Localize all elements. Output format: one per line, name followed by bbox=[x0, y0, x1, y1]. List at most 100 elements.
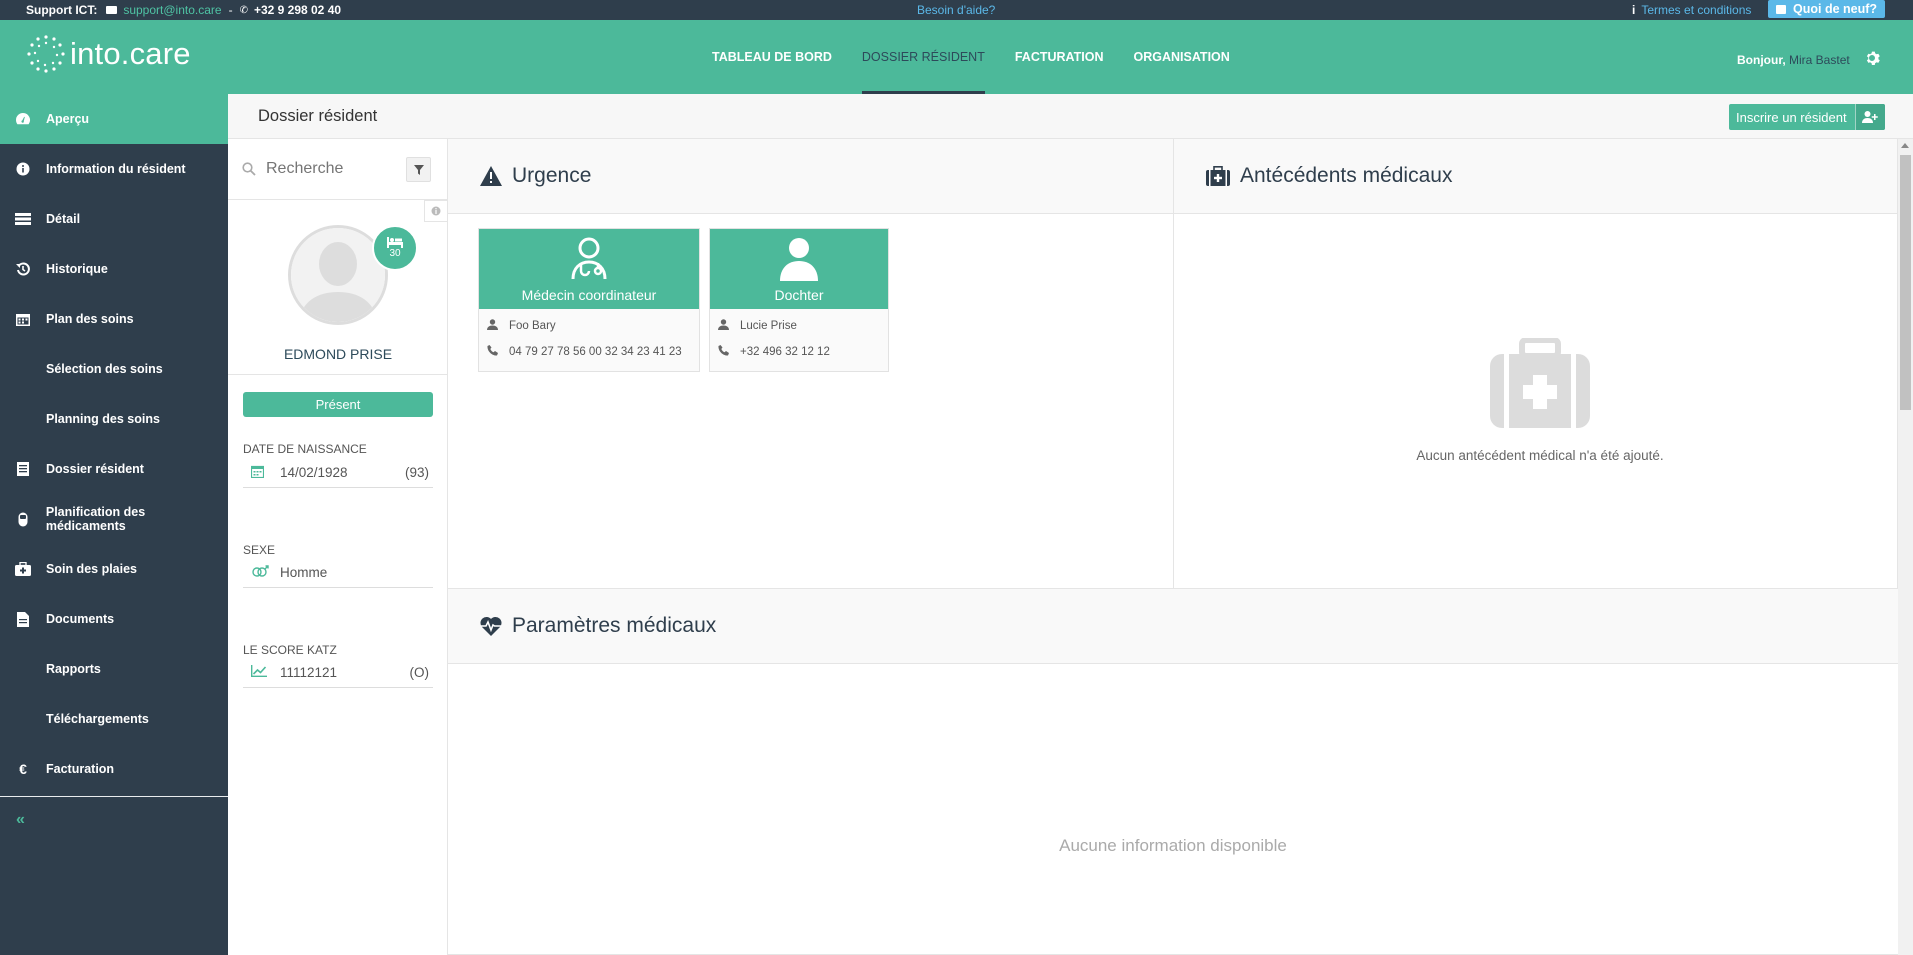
sidebar-item-documents[interactable]: Documents bbox=[0, 594, 228, 644]
scroll-up-arrow-icon[interactable] bbox=[1901, 143, 1909, 148]
sidebar-item-planification-medicaments[interactable]: Planification des médicaments bbox=[0, 494, 228, 544]
sidebar-item-soin-des-plaies[interactable]: Soin des plaies bbox=[0, 544, 228, 594]
sidebar-item-label: Dossier résident bbox=[46, 462, 144, 476]
katz-label: LE SCORE KATZ bbox=[243, 643, 337, 657]
add-user-icon bbox=[1854, 104, 1885, 130]
support-email-link[interactable]: support@into.care bbox=[123, 3, 221, 17]
sidebar-item-telechargements[interactable]: Téléchargements bbox=[0, 694, 228, 744]
help-link[interactable]: Besoin d'aide? bbox=[917, 3, 995, 17]
nav-facturation[interactable]: FACTURATION bbox=[1015, 20, 1104, 94]
support-phone: +32 9 298 02 40 bbox=[253, 3, 342, 17]
terms-label: Termes et conditions bbox=[1641, 3, 1752, 17]
urgence-section: Urgence Médecin coordinateur Foo Bary 04… bbox=[448, 139, 1174, 589]
contact-name: Foo Bary bbox=[509, 320, 556, 332]
sidebar-item-planning-des-soins[interactable]: Planning des soins bbox=[0, 394, 228, 444]
sidebar-item-selection-des-soins[interactable]: Sélection des soins bbox=[0, 344, 228, 394]
sidebar-item-label: Téléchargements bbox=[46, 712, 149, 726]
envelope-icon bbox=[106, 6, 118, 14]
katz-row: 11112121 (O) bbox=[243, 658, 433, 688]
contact-phone-row: +32 496 32 12 12 bbox=[710, 339, 888, 365]
contact-card-header: Médecin coordinateur bbox=[479, 229, 699, 309]
sidebar-item-label: Planification des médicaments bbox=[45, 505, 146, 533]
main-header: into.care TABLEAU DE BORD DOSSIER RÉSIDE… bbox=[0, 20, 1913, 94]
info-icon bbox=[431, 206, 441, 216]
dob-row: 14/02/1928 (93) bbox=[243, 458, 433, 488]
user-name: Mira Bastet bbox=[1789, 53, 1850, 67]
phone-icon bbox=[718, 345, 740, 359]
resident-search bbox=[228, 139, 447, 200]
antecedents-section: Antécédents médicaux Aucun antécédent mé… bbox=[1173, 139, 1898, 589]
contact-card[interactable]: Dochter Lucie Prise +32 496 32 12 12 bbox=[709, 228, 889, 372]
history-icon bbox=[0, 262, 46, 276]
main-content: Urgence Médecin coordinateur Foo Bary 04… bbox=[448, 139, 1898, 955]
nav-tableau-de-bord[interactable]: TABLEAU DE BORD bbox=[712, 20, 832, 94]
sex-label: SEXE bbox=[243, 543, 276, 557]
nav-organisation[interactable]: ORGANISATION bbox=[1134, 20, 1230, 94]
filter-button[interactable] bbox=[406, 157, 431, 182]
logo[interactable]: into.care bbox=[26, 34, 191, 74]
sidebar-item-label: Détail bbox=[46, 212, 81, 226]
detail-icon bbox=[0, 213, 46, 225]
contact-role: Médecin coordinateur bbox=[521, 287, 657, 303]
dob-value: 14/02/1928 bbox=[280, 465, 348, 480]
medkit-icon bbox=[1490, 338, 1590, 428]
dashboard-icon bbox=[0, 112, 46, 126]
sidebar-item-apercu[interactable]: Aperçu bbox=[0, 94, 228, 144]
scrollbar-thumb[interactable] bbox=[1900, 155, 1911, 410]
document-icon bbox=[0, 611, 46, 627]
sidebar-item-label: Aperçu bbox=[46, 112, 90, 126]
sidebar: Aperçu Information du résident Détail Hi… bbox=[0, 94, 228, 955]
resident-divider bbox=[228, 374, 448, 375]
user-icon bbox=[487, 319, 509, 333]
warning-icon bbox=[480, 166, 502, 186]
antecedents-header: Antécédents médicaux bbox=[1174, 139, 1897, 214]
sidebar-item-label: Documents bbox=[46, 612, 115, 626]
sidebar-item-plan-des-soins[interactable]: Plan des soins bbox=[0, 294, 228, 344]
sidebar-item-information[interactable]: Information du résident bbox=[0, 144, 228, 194]
contact-name: Lucie Prise bbox=[740, 320, 797, 332]
sex-value: Homme bbox=[280, 565, 328, 580]
sidebar-item-label: Historique bbox=[46, 262, 108, 276]
collapse-sidebar-button[interactable]: « bbox=[0, 811, 228, 829]
resident-panel: 30 EDMOND PRISE Présent DATE DE NAISSANC… bbox=[228, 139, 448, 955]
sidebar-item-label: Facturation bbox=[46, 762, 115, 776]
filter-icon bbox=[413, 164, 424, 175]
age-value: (93) bbox=[404, 465, 429, 480]
resident-name: EDMOND PRISE bbox=[283, 346, 393, 362]
antecedents-empty-text: Aucun antécédent médical n'a été ajouté. bbox=[1416, 448, 1664, 463]
doctor-icon bbox=[571, 237, 607, 280]
contact-name-row: Foo Bary bbox=[479, 313, 699, 339]
gender-icon bbox=[243, 564, 280, 581]
contact-phone[interactable]: +32 496 32 12 12 bbox=[740, 346, 830, 358]
search-input[interactable] bbox=[266, 160, 396, 178]
sidebar-item-historique[interactable]: Historique bbox=[0, 244, 228, 294]
gear-icon[interactable] bbox=[1864, 50, 1882, 68]
main-scrollbar[interactable] bbox=[1898, 139, 1913, 955]
contact-name-row: Lucie Prise bbox=[710, 313, 888, 339]
katz-value: 11112121 bbox=[280, 665, 338, 680]
user-icon bbox=[718, 319, 740, 333]
sidebar-item-rapports[interactable]: Rapports bbox=[0, 644, 228, 694]
file-list-icon bbox=[0, 462, 46, 476]
info-icon: i bbox=[1632, 3, 1636, 17]
sidebar-item-facturation[interactable]: € Facturation bbox=[0, 744, 228, 794]
sex-row: Homme bbox=[243, 558, 433, 588]
resident-info-button[interactable] bbox=[424, 200, 448, 222]
contact-card[interactable]: Médecin coordinateur Foo Bary 04 79 27 7… bbox=[478, 228, 700, 372]
sidebar-item-dossier-resident[interactable]: Dossier résident bbox=[0, 444, 228, 494]
phone-icon bbox=[487, 345, 509, 359]
enroll-resident-button[interactable]: Inscrire un résident bbox=[1729, 104, 1885, 130]
nav-dossier-resident[interactable]: DOSSIER RÉSIDENT bbox=[861, 20, 985, 94]
whats-new-button[interactable]: Quoi de neuf? bbox=[1768, 0, 1886, 18]
contact-phone[interactable]: 04 79 27 78 56 00 32 34 23 41 23 bbox=[509, 346, 682, 358]
euro-icon: € bbox=[19, 761, 27, 777]
status-badge[interactable]: Présent bbox=[243, 392, 433, 417]
sidebar-item-detail[interactable]: Détail bbox=[0, 194, 228, 244]
gift-icon bbox=[1776, 4, 1786, 14]
dob-label: DATE DE NAISSANCE bbox=[243, 442, 367, 456]
parametres-title: Paramètres médicaux bbox=[512, 614, 717, 637]
terms-link[interactable]: i Termes et conditions bbox=[1632, 3, 1751, 17]
user-greeting[interactable]: Bonjour, Mira Bastet bbox=[1737, 53, 1850, 67]
bed-icon bbox=[387, 237, 403, 248]
sidebar-item-label: Information du résident bbox=[46, 162, 186, 176]
